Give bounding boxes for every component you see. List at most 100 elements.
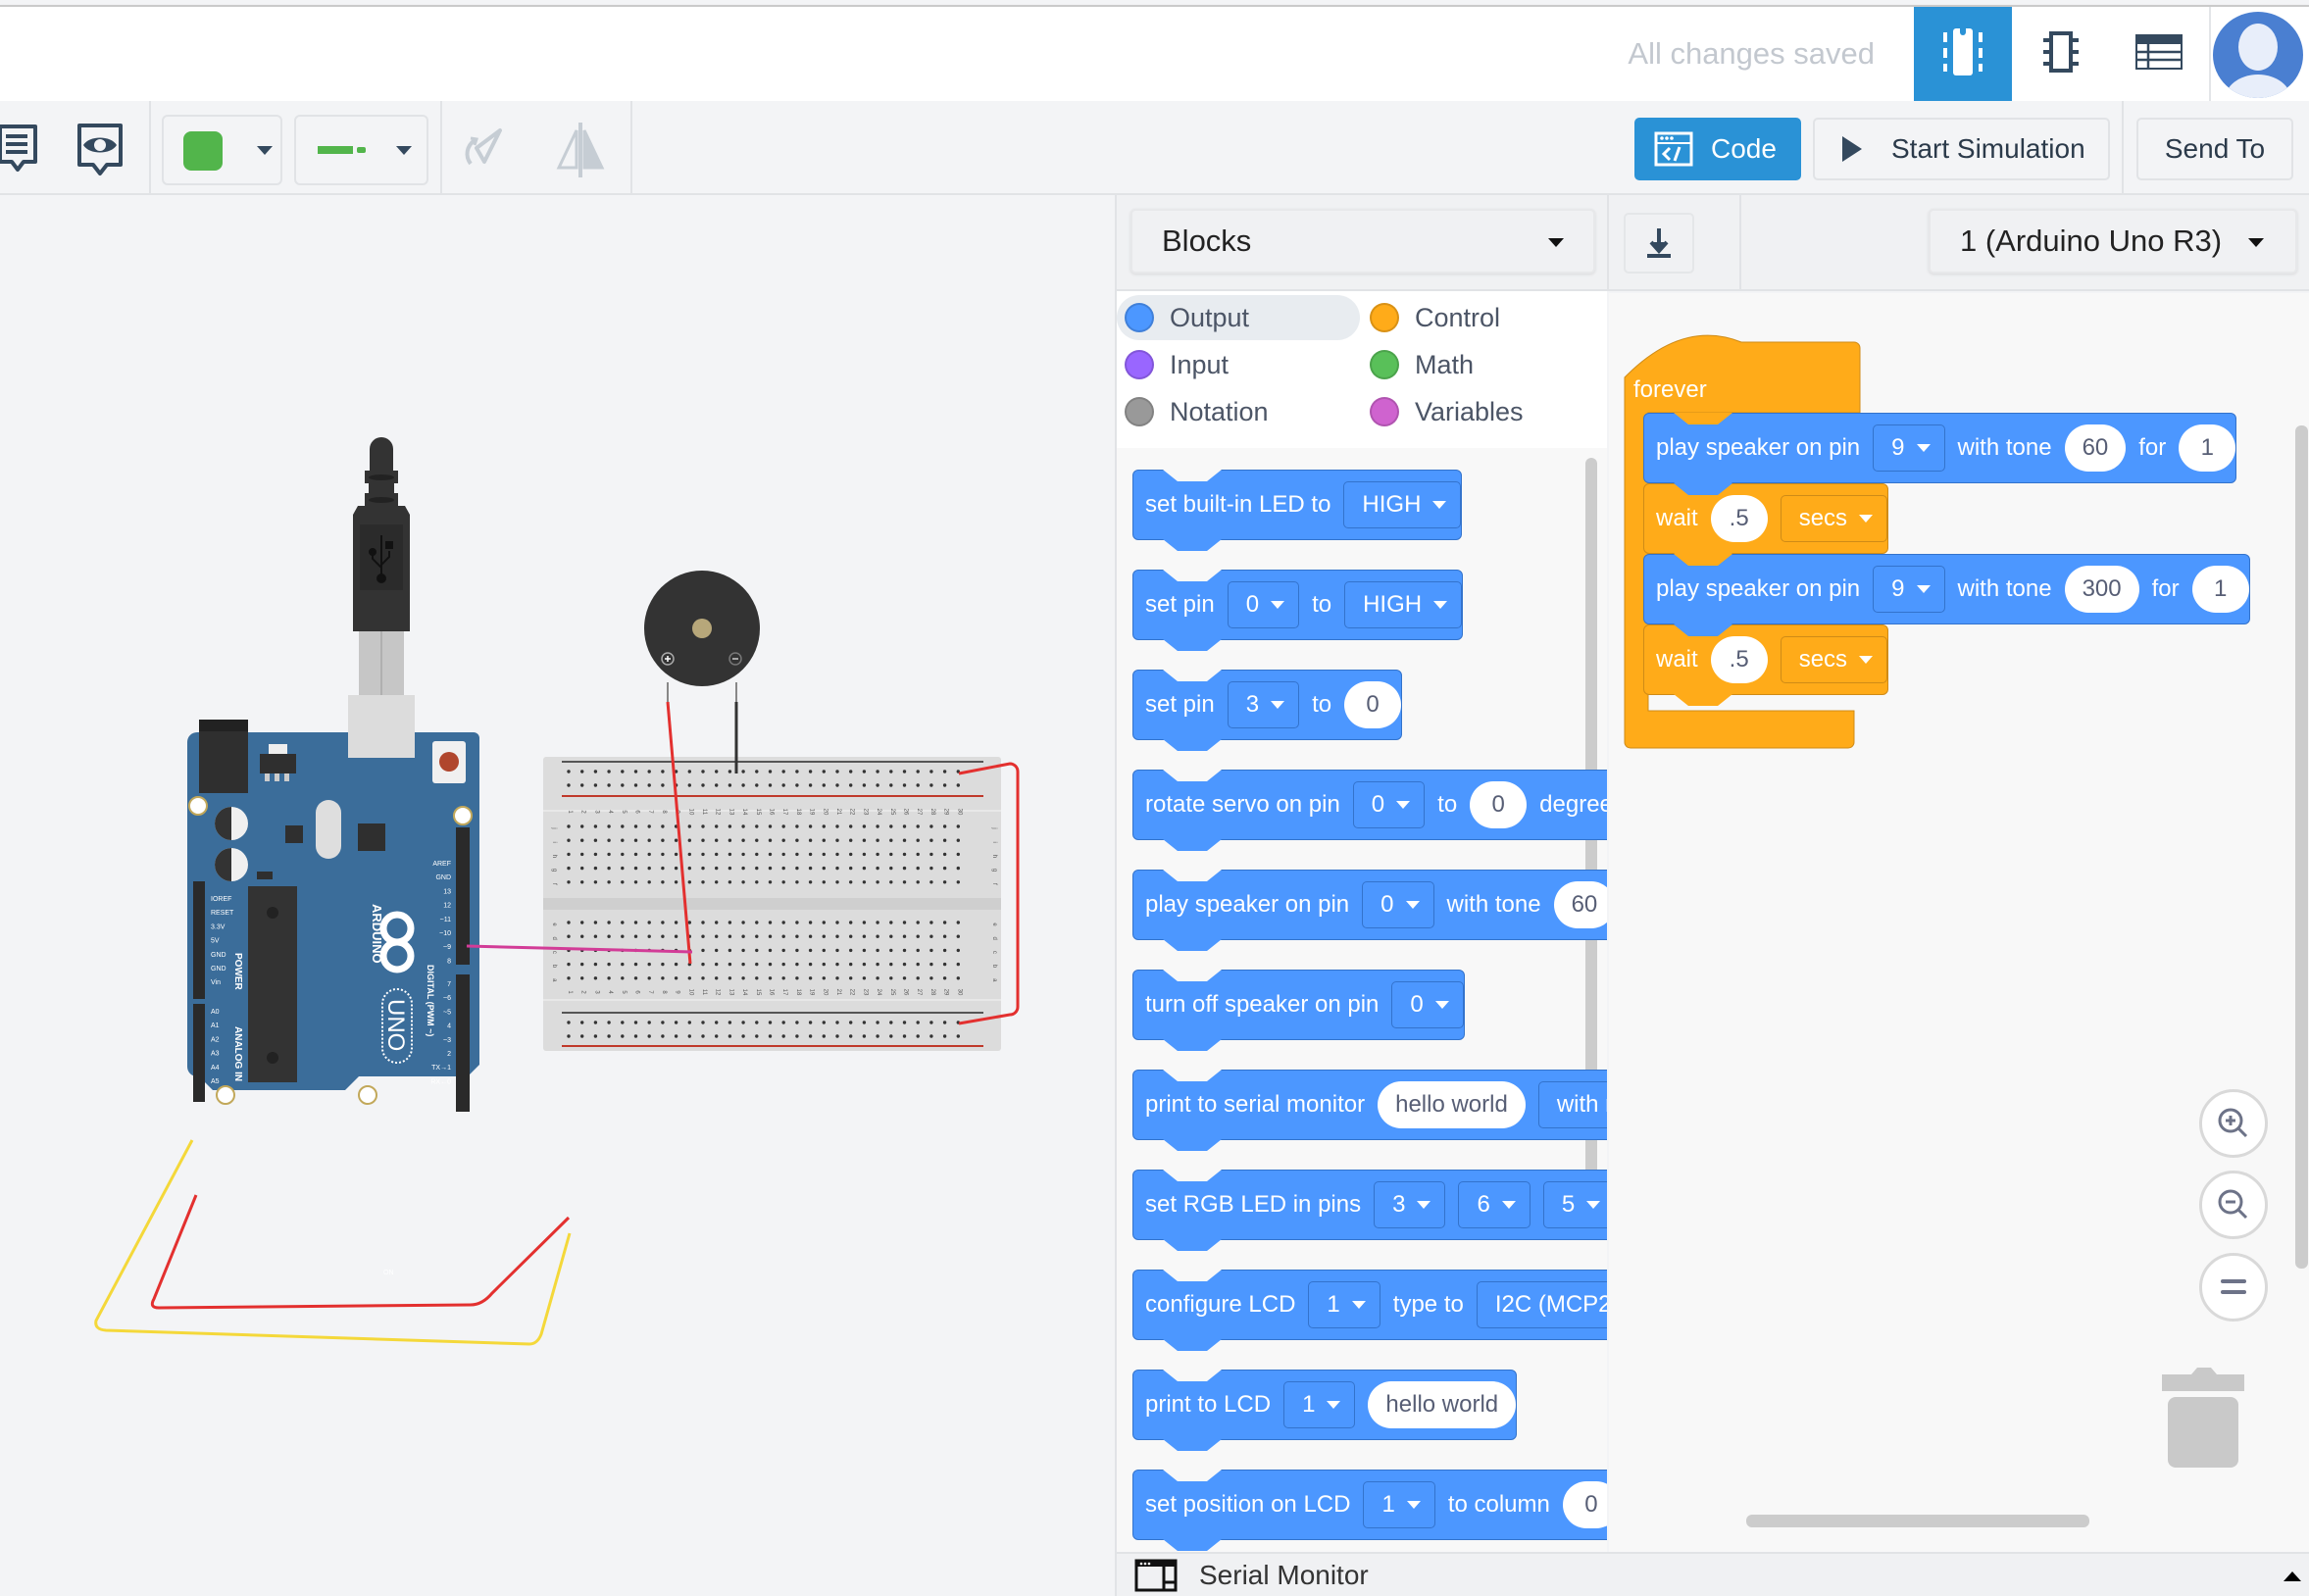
breadboard-hole[interactable] <box>755 783 759 787</box>
breadboard-hole[interactable] <box>607 1034 611 1038</box>
breadboard-hole[interactable] <box>633 921 638 924</box>
breadboard-hole[interactable] <box>755 921 759 924</box>
breadboard-hole[interactable] <box>633 1021 638 1024</box>
breadboard-hole[interactable] <box>741 976 745 980</box>
breadboard-hole[interactable] <box>607 921 611 924</box>
breadboard-hole[interactable] <box>661 1034 665 1038</box>
breadboard-hole[interactable] <box>929 1034 933 1038</box>
breadboard-hole[interactable] <box>593 921 598 924</box>
breadboard-hole[interactable] <box>661 824 665 828</box>
breadboard-hole[interactable] <box>781 824 785 828</box>
breadboard-hole[interactable] <box>687 1021 691 1024</box>
breadboard-hole[interactable] <box>741 852 745 857</box>
block-dropdown[interactable]: 0 <box>1362 881 1434 928</box>
breadboard-hole[interactable] <box>661 866 665 871</box>
breadboard-hole[interactable] <box>661 770 665 773</box>
breadboard-hole[interactable] <box>580 962 584 967</box>
breadboard-hole[interactable] <box>633 866 638 871</box>
breadboard-hole[interactable] <box>929 934 933 938</box>
breadboard-hole[interactable] <box>795 948 799 953</box>
block-dropdown[interactable]: 0 <box>1227 581 1300 628</box>
breadboard-hole[interactable] <box>647 1021 651 1024</box>
code-block[interactable]: wait .5 secs <box>1643 483 1889 565</box>
breadboard-hole[interactable] <box>661 1021 665 1024</box>
breadboard-hole[interactable] <box>916 880 920 884</box>
breadboard-hole[interactable] <box>621 921 625 924</box>
breadboard-hole[interactable] <box>781 770 785 773</box>
breadboard-hole[interactable] <box>701 852 705 857</box>
code-block[interactable]: set pin 3 to 0 <box>1132 670 1403 751</box>
breadboard-hole[interactable] <box>849 934 853 938</box>
breadboard-hole[interactable] <box>647 866 651 871</box>
breadboard-hole[interactable] <box>755 866 759 871</box>
breadboard-hole[interactable] <box>849 948 853 953</box>
breadboard-hole[interactable] <box>701 948 705 953</box>
breadboard-hole[interactable] <box>567 880 571 884</box>
breadboard-hole[interactable] <box>580 934 584 938</box>
breadboard-hole[interactable] <box>862 976 867 980</box>
breadboard-hole[interactable] <box>701 866 705 871</box>
breadboard-hole[interactable] <box>567 976 571 980</box>
breadboard-hole[interactable] <box>768 962 773 967</box>
breadboard-hole[interactable] <box>621 838 625 842</box>
breadboard-hole[interactable] <box>808 852 813 857</box>
breadboard-hole[interactable] <box>902 1034 907 1038</box>
breadboard-hole[interactable] <box>768 852 773 857</box>
breadboard-hole[interactable] <box>715 824 719 828</box>
zoom-out-button[interactable] <box>2199 1171 2268 1239</box>
breadboard-hole[interactable] <box>929 921 933 924</box>
breadboard-hole[interactable] <box>567 1021 571 1024</box>
breadboard-hole[interactable] <box>781 921 785 924</box>
breadboard-hole[interactable] <box>567 852 571 857</box>
breadboard-hole[interactable] <box>808 948 813 953</box>
breadboard-hole[interactable] <box>768 783 773 787</box>
breadboard-hole[interactable] <box>621 962 625 967</box>
breadboard-hole[interactable] <box>687 824 691 828</box>
breadboard-hole[interactable] <box>822 948 826 953</box>
block-input[interactable]: 300 <box>2064 566 2139 613</box>
breadboard-hole[interactable] <box>849 880 853 884</box>
wire-color-dropdown[interactable] <box>162 115 282 185</box>
breadboard-hole[interactable] <box>822 824 826 828</box>
breadboard-hole[interactable] <box>942 948 947 953</box>
breadboard-hole[interactable] <box>876 824 879 828</box>
breadboard-hole[interactable] <box>942 934 947 938</box>
breadboard-hole[interactable] <box>808 1021 813 1024</box>
breadboard-hole[interactable] <box>849 838 853 842</box>
breadboard-hole[interactable] <box>822 962 826 967</box>
breadboard-hole[interactable] <box>580 921 584 924</box>
block-input[interactable]: hello world <box>1378 1081 1526 1128</box>
breadboard-hole[interactable] <box>701 838 705 842</box>
breadboard-hole[interactable] <box>862 880 867 884</box>
breadboard-hole[interactable] <box>808 838 813 842</box>
breadboard[interactable]: 1122334455667788991010111112121313141415… <box>543 757 1001 1051</box>
block-input[interactable]: 0 <box>1344 681 1402 728</box>
breadboard-hole[interactable] <box>701 1021 705 1024</box>
block-dropdown[interactable]: secs <box>1780 495 1888 542</box>
breadboard-hole[interactable] <box>674 934 678 938</box>
category-input[interactable]: Input <box>1117 342 1229 387</box>
breadboard-hole[interactable] <box>929 824 933 828</box>
breadboard-hole[interactable] <box>607 852 611 857</box>
breadboard-hole[interactable] <box>808 962 813 967</box>
breadboard-hole[interactable] <box>647 880 651 884</box>
breadboard-hole[interactable] <box>795 824 799 828</box>
code-block[interactable]: play speaker on pin 9 with tone 60 for 1 <box>1643 413 2237 494</box>
block-dropdown[interactable]: 1 <box>1363 1481 1435 1528</box>
breadboard-hole[interactable] <box>755 976 759 980</box>
breadboard-hole[interactable] <box>822 976 826 980</box>
breadboard-hole[interactable] <box>795 838 799 842</box>
start-simulation-button[interactable]: Start Simulation <box>1813 118 2110 180</box>
breadboard-hole[interactable] <box>956 934 960 938</box>
breadboard-hole[interactable] <box>674 1021 678 1024</box>
block-dropdown[interactable]: 0 <box>1391 981 1464 1028</box>
breadboard-hole[interactable] <box>741 824 745 828</box>
breadboard-hole[interactable] <box>942 866 947 871</box>
breadboard-hole[interactable] <box>876 948 879 953</box>
breadboard-hole[interactable] <box>889 962 893 967</box>
breadboard-hole[interactable] <box>889 824 893 828</box>
breadboard-hole[interactable] <box>916 1021 920 1024</box>
breadboard-hole[interactable] <box>701 1034 705 1038</box>
block-dropdown[interactable]: secs <box>1780 636 1888 683</box>
breadboard-hole[interactable] <box>822 921 826 924</box>
